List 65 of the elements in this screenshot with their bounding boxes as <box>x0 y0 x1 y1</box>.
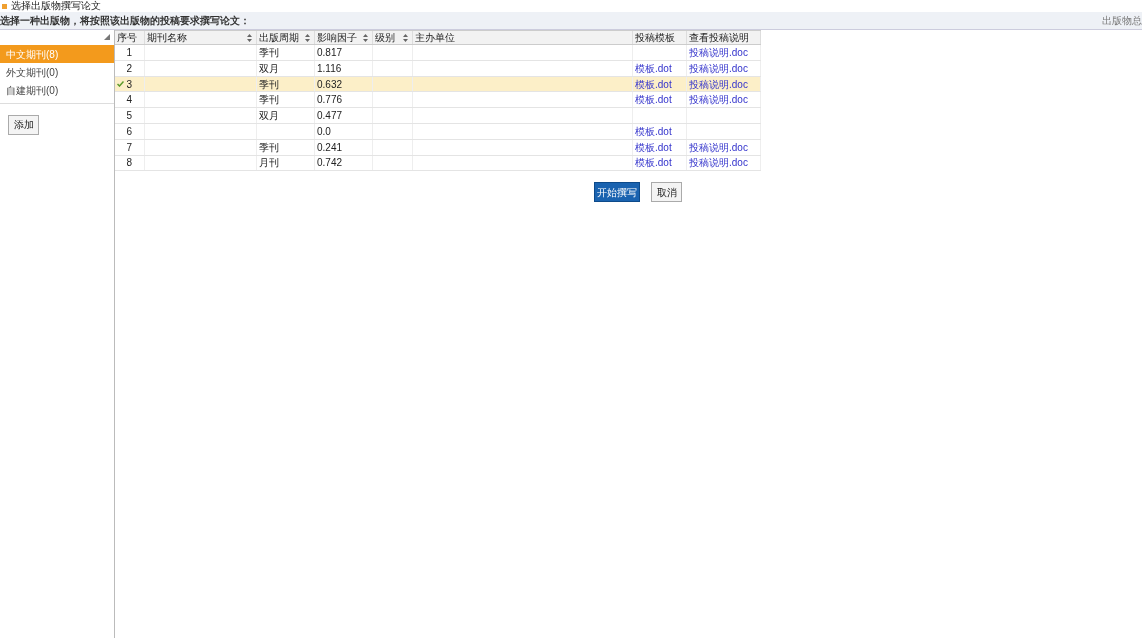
template-link[interactable]: 模板.dot <box>635 92 672 108</box>
template-link[interactable]: 模板.dot <box>635 155 672 171</box>
arrow-icon[interactable] <box>104 34 110 40</box>
column-header[interactable]: 序号 <box>115 31 145 44</box>
table-cell-text: 5 <box>126 109 132 124</box>
guide-link[interactable]: 投稿说明.doc <box>689 139 748 155</box>
template-link[interactable]: 模板.dot <box>635 60 672 76</box>
table-row[interactable]: 7 季刊 0.241 模板.dot 投稿说明.doc <box>115 139 761 156</box>
column-header[interactable]: 级别 <box>373 31 413 44</box>
template-link[interactable]: 模板.dot <box>635 139 672 155</box>
add-button[interactable]: 添加 <box>8 114 39 135</box>
table-row[interactable]: 5 双月 0.477 <box>115 108 761 124</box>
table-cell-text: 0.477 <box>317 109 343 124</box>
table-cell-text: 季刊 <box>259 140 279 155</box>
table-cell-text: 0.241 <box>317 140 343 155</box>
column-header[interactable]: 期刊名称 <box>145 31 257 44</box>
template-link[interactable]: 模板.dot <box>635 76 672 92</box>
table-cell-text: 0.776 <box>317 93 343 108</box>
sort-icon[interactable] <box>363 33 368 42</box>
table-row[interactable]: 1 季刊 0.817 投稿说明.doc <box>115 45 761 61</box>
template-link[interactable]: 模板.dot <box>635 123 672 139</box>
sort-icon[interactable] <box>247 33 252 42</box>
table-row[interactable]: 4 季刊 0.776 模板.dot 投稿说明.doc <box>115 92 761 109</box>
sort-icon[interactable] <box>305 33 310 42</box>
column-header[interactable]: 出版周期 <box>257 31 315 44</box>
column-header[interactable]: 影响因子 <box>315 31 373 44</box>
table-cell-text: 季刊 <box>259 77 279 92</box>
guide-link[interactable]: 投稿说明.doc <box>689 92 748 108</box>
table-cell-text: 双月 <box>259 61 279 76</box>
table-row[interactable]: 6 0.0 模板.dot <box>115 124 761 140</box>
table-row[interactable]: 8 月刊 0.742 模板.dot 投稿说明.doc <box>115 155 761 172</box>
sort-icon[interactable] <box>403 33 408 42</box>
table-cell-text: 8 <box>126 156 132 171</box>
table-cell-text: 3 <box>126 77 132 92</box>
sidebar-item[interactable]: 自建期刊(0) <box>0 81 114 99</box>
table-cell-text: 季刊 <box>259 45 279 60</box>
table-cell-text: 1 <box>126 45 132 60</box>
window-title: 选择出版物撰写论文 <box>11 0 101 12</box>
table-cell-text: 0.0 <box>317 124 331 139</box>
table-row[interactable]: 2 双月 1.116 模板.dot 投稿说明.doc <box>115 60 761 77</box>
table-cell-text: 季刊 <box>259 93 279 108</box>
table-cell-text: 1.116 <box>317 61 342 76</box>
guide-link[interactable]: 投稿说明.doc <box>689 76 748 92</box>
sidebar-item[interactable]: 外文期刊(0) <box>0 63 114 81</box>
table-cell-text: 7 <box>126 140 132 155</box>
table-cell-text: 0.632 <box>317 77 343 92</box>
instruction-text: 选择一种出版物，将按照该出版物的投稿要求撰写论文： <box>0 14 250 28</box>
check-icon <box>117 81 125 87</box>
table-cell-text: 4 <box>126 93 132 108</box>
table-cell-text: 2 <box>126 61 132 76</box>
table-cell-text: 6 <box>126 124 132 139</box>
table-cell-text: 0.817 <box>317 45 343 60</box>
window-icon <box>2 3 7 9</box>
cancel-button[interactable]: 取消 <box>651 182 682 203</box>
column-header[interactable]: 投稿模板 <box>633 31 687 44</box>
table-cell-text: 双月 <box>259 109 279 124</box>
column-header[interactable]: 查看投稿说明 <box>687 31 761 44</box>
column-header[interactable]: 主办单位 <box>413 31 633 44</box>
guide-link[interactable]: 投稿说明.doc <box>689 155 748 171</box>
summary-label: 出版物总 <box>1102 14 1142 28</box>
guide-link[interactable]: 投稿说明.doc <box>689 60 748 76</box>
table-cell-text: 月刊 <box>259 156 279 171</box>
table-cell-text: 0.742 <box>317 156 343 171</box>
guide-link[interactable]: 投稿说明.doc <box>689 44 748 60</box>
start-button[interactable]: 开始撰写 <box>594 182 640 203</box>
